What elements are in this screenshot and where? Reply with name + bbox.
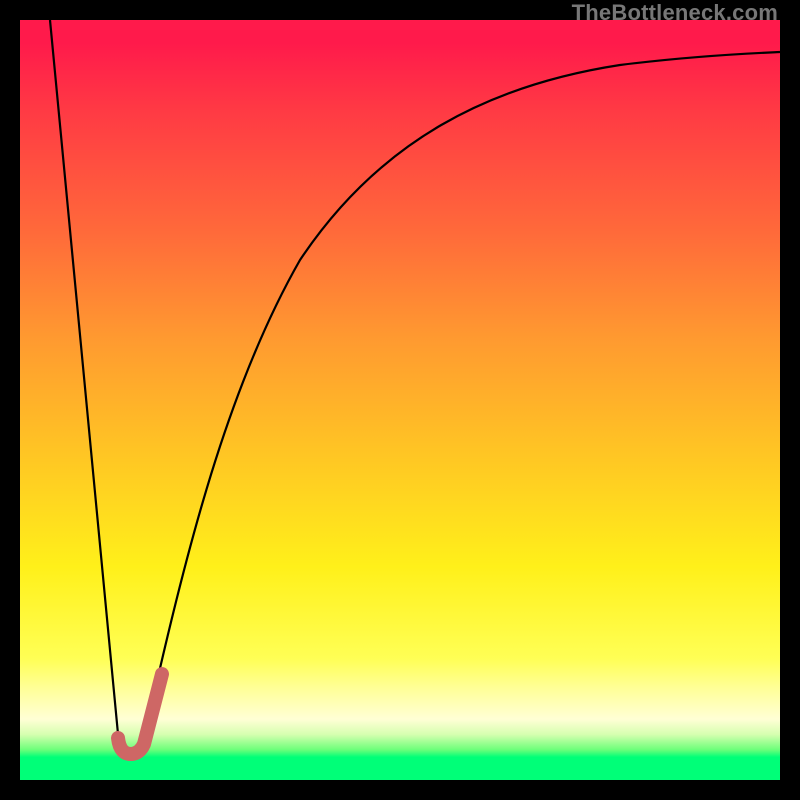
plot-area — [20, 20, 780, 780]
watermark: TheBottleneck.com — [572, 0, 778, 26]
minimum-marker — [118, 674, 162, 754]
curve-path — [50, 20, 780, 755]
bottleneck-curve — [20, 20, 780, 780]
chart-frame: TheBottleneck.com — [0, 0, 800, 800]
